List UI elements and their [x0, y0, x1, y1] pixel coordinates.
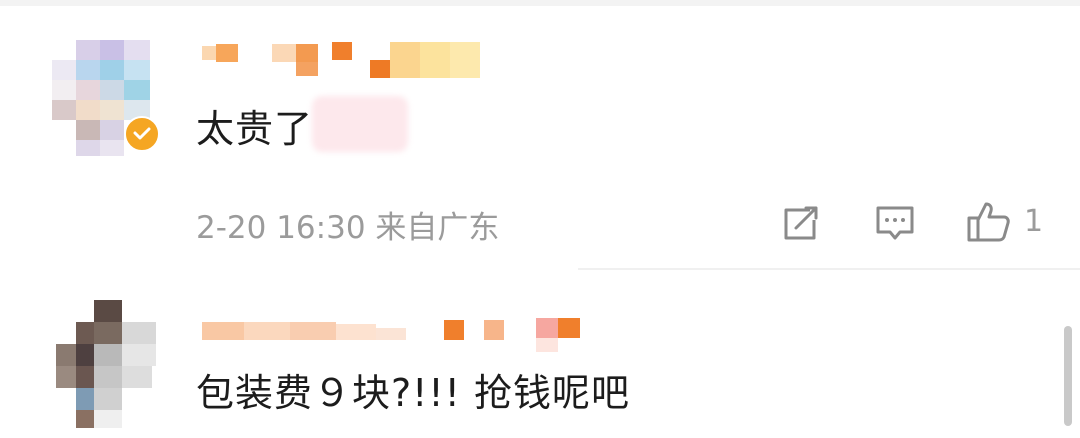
location: 来自广东 — [375, 210, 500, 246]
comment-text: 包装费９块?!!! 抢钱呢吧 — [196, 371, 630, 415]
redacted-emoji — [312, 96, 408, 152]
verified-badge-icon — [124, 116, 160, 152]
comment-icon[interactable] — [874, 204, 916, 244]
username-redacted[interactable] — [198, 312, 588, 352]
timestamp: 2-20 16:30 — [196, 210, 366, 246]
comment-divider — [578, 268, 1080, 270]
avatar[interactable] — [48, 300, 168, 430]
comment-text: 太贵了 — [196, 107, 314, 151]
username-redacted[interactable] — [198, 38, 488, 78]
share-icon[interactable] — [780, 204, 822, 244]
scrollbar[interactable] — [1064, 326, 1072, 426]
avatar[interactable] — [50, 38, 180, 158]
like-count: 1 — [1024, 204, 1044, 239]
top-divider — [0, 0, 1080, 6]
comment-feed: 太贵了 2-20 16:30 来自广东 1 包装费９块?!!! 抢钱呢吧 — [0, 0, 1080, 438]
comment-meta: 2-20 16:30 来自广东 — [196, 202, 499, 247]
thumbs-up-icon[interactable] — [966, 200, 1012, 244]
